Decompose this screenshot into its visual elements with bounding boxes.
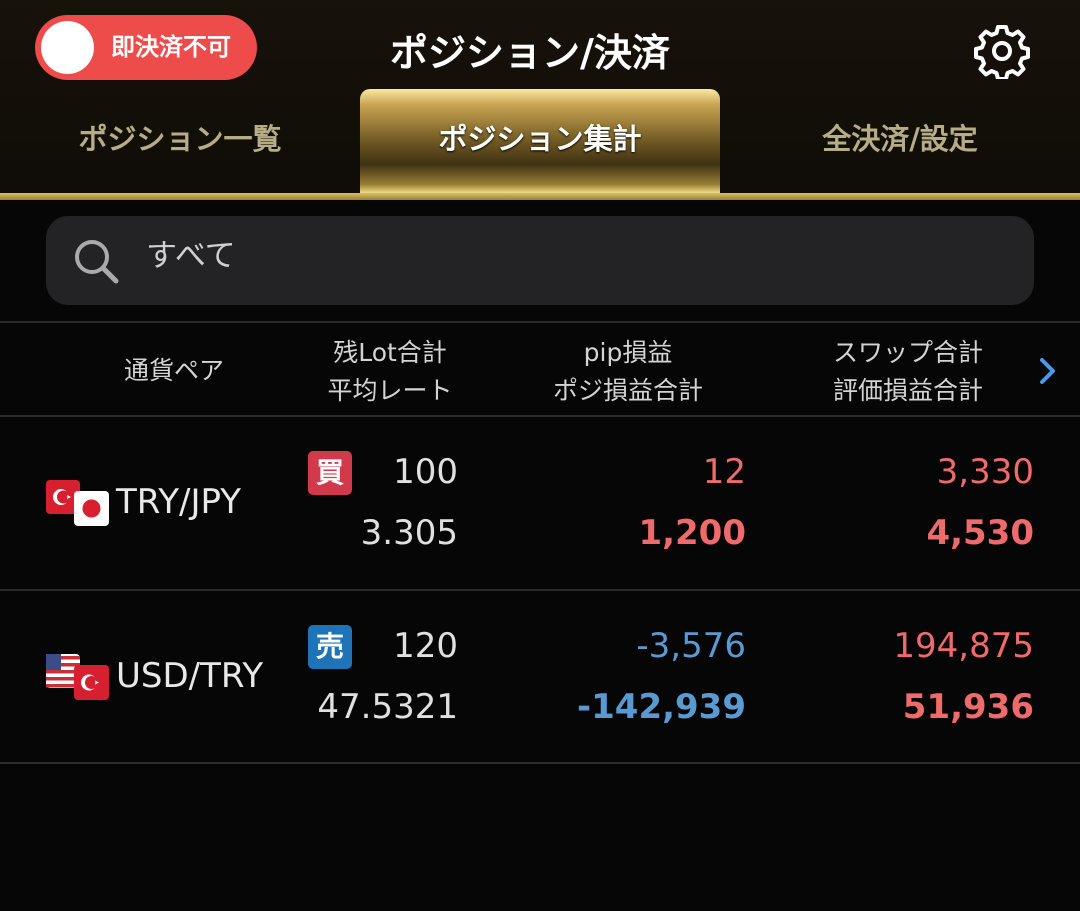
toggle-label: 即決済不可: [111, 33, 231, 61]
buy-badge: 買: [308, 451, 352, 495]
swap-total: 194,875: [893, 626, 1034, 666]
eval-pl: 51,936: [902, 687, 1034, 727]
tab-position-list[interactable]: ポジション一覧: [0, 98, 360, 188]
flag-us-tr-icon: [46, 654, 109, 700]
pip-pl: -3,576: [636, 626, 746, 666]
search-input[interactable]: すべて: [46, 216, 1034, 305]
header-pair: 通貨ペア: [124, 356, 225, 385]
header-position-pl: ポジ損益合計: [552, 376, 703, 405]
header-pip: pip損益: [583, 338, 673, 367]
lot-total: 100: [393, 452, 458, 492]
pair-name: TRY/JPY: [116, 482, 241, 522]
swap-total: 3,330: [936, 452, 1034, 492]
sell-badge: 売: [308, 625, 352, 669]
flag-tr-jp-icon: [46, 480, 109, 526]
tab-underline: [0, 193, 1080, 200]
divider: [0, 589, 1080, 591]
divider: [0, 762, 1080, 764]
pair-name: USD/TRY: [116, 656, 264, 696]
avg-rate: 3.305: [360, 513, 458, 553]
position-pl: 1,200: [638, 513, 746, 553]
instant-settle-toggle[interactable]: 即決済不可: [35, 15, 257, 80]
divider: [0, 415, 1080, 417]
tab-position-summary-label: ポジション集計: [438, 122, 642, 156]
pip-pl: 12: [702, 452, 746, 492]
tab-settle-all-settings[interactable]: 全決済/設定: [720, 98, 1080, 188]
search-icon: [75, 240, 119, 284]
divider: [0, 321, 1080, 323]
eval-pl: 4,530: [926, 513, 1034, 553]
toggle-knob[interactable]: [41, 21, 94, 74]
header-lot-total: 残Lot合計: [333, 338, 447, 367]
avg-rate: 47.5321: [317, 687, 458, 727]
header-eval-pl: 評価損益合計: [832, 376, 983, 405]
lot-total: 120: [393, 626, 458, 666]
chevron-right-icon[interactable]: [1036, 355, 1058, 387]
page-title: ポジション/決済: [390, 31, 670, 75]
app-header: 即決済不可 ポジション/決済 ポジション一覧 ポジション集計 全決済/設定: [0, 0, 1080, 200]
tab-position-summary[interactable]: ポジション集計: [360, 89, 720, 200]
header-avg-rate: 平均レート: [327, 376, 453, 405]
search-value: すべて: [146, 238, 236, 274]
header-swap-total: スワップ合計: [832, 338, 983, 367]
position-pl: -142,939: [577, 687, 746, 727]
gear-icon[interactable]: [974, 23, 1030, 79]
